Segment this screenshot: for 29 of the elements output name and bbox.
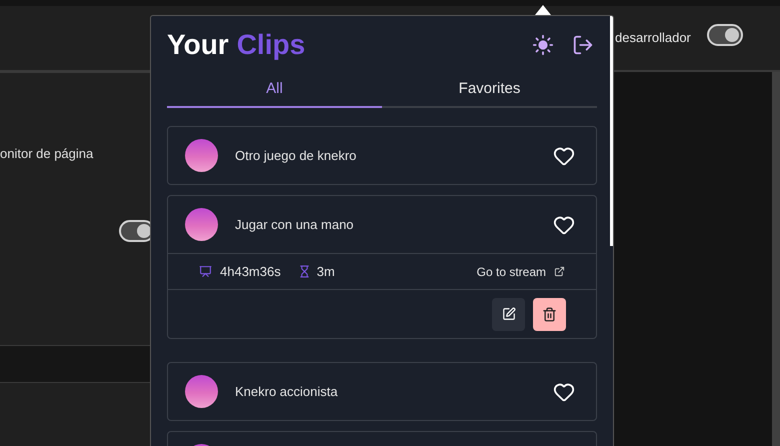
clip-title[interactable]: Knekro accionista <box>235 382 338 402</box>
clip-title[interactable]: Otro juego de knekro <box>235 146 356 166</box>
trash-icon <box>542 306 557 322</box>
tab[interactable]: Favorites <box>382 73 597 108</box>
delete-button[interactable] <box>533 298 566 330</box>
scrollbar[interactable] <box>772 72 780 446</box>
stream-time: 4h43m36s <box>220 262 281 281</box>
go-to-stream-link[interactable]: Go to stream <box>476 262 546 280</box>
hourglass-icon <box>298 265 311 278</box>
setting-label: onitor de página <box>0 145 94 163</box>
heart-icon[interactable] <box>553 214 575 236</box>
setting-label: desarrollador <box>615 29 691 48</box>
theme-toggle-sun-icon[interactable] <box>532 34 554 56</box>
pencil-icon <box>502 307 516 321</box>
logout-icon[interactable] <box>572 34 594 56</box>
external-link-icon <box>554 266 565 277</box>
avatar <box>185 208 218 241</box>
heart-icon[interactable] <box>553 380 575 402</box>
heart-icon[interactable] <box>553 144 575 166</box>
popup-title-accent: Clips <box>236 28 306 62</box>
popup-title: Your <box>167 28 229 62</box>
clip-duration: 3m <box>316 262 335 281</box>
tab[interactable]: All <box>167 73 382 108</box>
avatar <box>185 139 218 172</box>
clip-title[interactable]: Jugar con una mano <box>235 214 354 234</box>
avatar <box>185 375 218 408</box>
toggle-switch[interactable] <box>706 24 743 46</box>
monitor-icon <box>199 265 212 278</box>
edit-button[interactable] <box>492 298 525 330</box>
